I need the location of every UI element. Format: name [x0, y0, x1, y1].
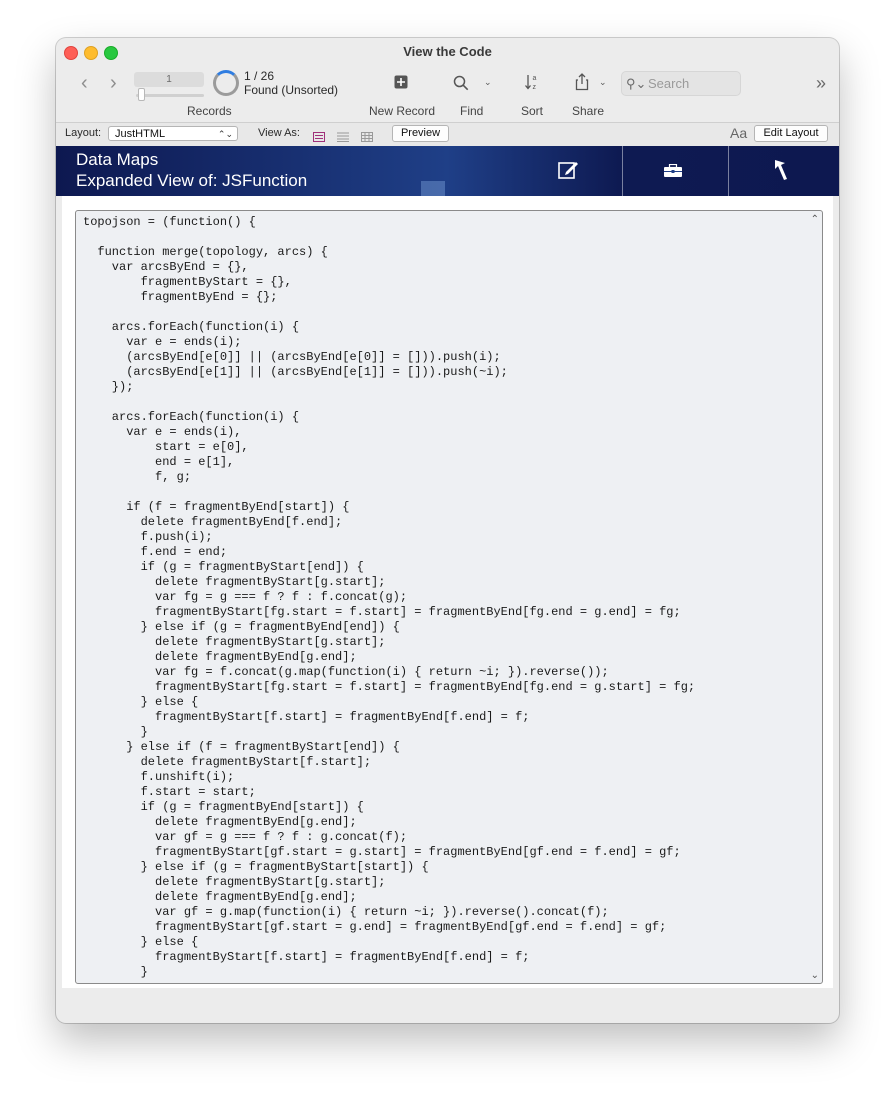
code-line: f.end = end; [83, 545, 228, 559]
code-line: f.start = start; [83, 785, 256, 799]
header-divider [622, 146, 623, 196]
code-line: var e = ends(i), [83, 425, 242, 439]
code-line: fragmentByStart[gf.start = g.end] = frag… [83, 920, 667, 934]
code-line: var fg = g === f ? f : f.concat(g); [83, 590, 408, 604]
code-line: delete fragmentByStart[g.start]; [83, 575, 386, 589]
header-divider [728, 146, 729, 196]
edit-layout-button[interactable]: Edit Layout [754, 125, 828, 142]
scroll-up-chevron-icon[interactable]: ⌃ [811, 214, 819, 225]
header-title: Data Maps [76, 150, 159, 169]
code-line: start = e[0], [83, 440, 249, 454]
code-line: }); [83, 380, 134, 394]
chevron-up-down-icon: ⌃⌄ [217, 129, 233, 139]
share-menu-chevron-down-icon[interactable]: ⌄ [599, 77, 607, 88]
share-icon[interactable] [575, 73, 589, 96]
code-line: (arcsByEnd[e[1]] || (arcsByEnd[e[1]] = [… [83, 365, 508, 379]
code-line: fragmentByStart[f.start] = fragmentByEnd… [83, 950, 530, 964]
code-line: fragmentByStart = {}, [83, 275, 292, 289]
view-as-list-icon[interactable] [337, 129, 349, 142]
code-line: var arcsByEnd = {}, [83, 260, 249, 274]
app-window: View the Code ‹ › 1 1 / 26 Found (Unsort… [56, 38, 839, 1023]
preview-button[interactable]: Preview [392, 125, 449, 142]
code-line: end = e[1], [83, 455, 235, 469]
code-line: if (g = fragmentByStart[end]) { [83, 560, 364, 574]
search-placeholder: Search [648, 76, 690, 91]
code-line: arcs.forEach(function(i) { [83, 320, 300, 334]
layout-bar: Layout: JustHTML ⌃⌄ View As: Preview Aa … [56, 122, 839, 147]
code-line: } else { [83, 695, 199, 709]
svg-text:a: a [533, 75, 537, 82]
code-line: delete fragmentByEnd[g.end]; [83, 650, 357, 664]
record-number-field[interactable]: 1 [134, 72, 204, 87]
code-line: topojson = (function() { [83, 215, 256, 229]
header-band: Data Maps Expanded View of: JSFunction [56, 146, 839, 196]
found-status: Found (Unsorted) [244, 83, 339, 97]
code-field[interactable]: topojson = (function() { function merge(… [75, 210, 823, 984]
code-text: topojson = (function() { function merge(… [83, 215, 695, 980]
code-line: function merge(topology, arcs) { [83, 245, 328, 259]
chevron-right-icon[interactable]: › [110, 73, 117, 93]
find-menu-chevron-down-icon[interactable]: ⌄ [484, 77, 492, 88]
code-line: delete fragmentByEnd[f.end]; [83, 515, 343, 529]
code-line: if (f = fragmentByEnd[start]) { [83, 500, 350, 514]
code-line: delete fragmentByStart[g.start]; [83, 635, 386, 649]
code-line: if (g = fragmentByEnd[start]) { [83, 800, 364, 814]
find-button[interactable]: Find [460, 104, 483, 118]
code-line: } else if (g = fragmentByStart[start]) { [83, 860, 429, 874]
code-line: } else if (g = fragmentByEnd[end]) { [83, 620, 400, 634]
code-line: fragmentByEnd = {}; [83, 290, 278, 304]
toolbox-icon[interactable] [663, 163, 683, 183]
svg-text:z: z [533, 84, 537, 91]
record-slider[interactable] [136, 94, 204, 97]
magnifier-icon[interactable] [453, 75, 469, 96]
code-line: delete fragmentByEnd[g.end]; [83, 815, 357, 829]
search-input[interactable]: ⚲⌄ Search [621, 71, 741, 96]
code-line: fragmentByStart[fg.start = f.start] = fr… [83, 605, 681, 619]
layout-label: Layout: [65, 127, 102, 139]
record-count: 1 / 26 [244, 69, 275, 83]
new-record-button[interactable]: New Record [369, 104, 435, 118]
sort-az-icon[interactable]: az [524, 73, 540, 96]
share-button[interactable]: Share [572, 104, 604, 118]
code-line: fragmentByStart[gf.start = g.start] = fr… [83, 845, 681, 859]
record-slider-handle[interactable] [138, 88, 145, 101]
code-line: arcs.forEach(function(i) { [83, 410, 300, 424]
code-line: } [83, 725, 148, 739]
code-line: var fg = f.concat(g.map(function(i) { re… [83, 665, 609, 679]
scroll-down-chevron-icon[interactable]: ⌄ [811, 970, 819, 981]
pencil-square-icon[interactable] [558, 160, 580, 185]
window-title: View the Code [403, 44, 492, 59]
code-line: f.unshift(i); [83, 770, 235, 784]
chevron-left-icon[interactable]: ‹ [81, 73, 88, 93]
code-line: } else { [83, 935, 199, 949]
code-line: } [83, 965, 148, 979]
view-as-label: View As: [258, 127, 300, 139]
code-line: delete fragmentByStart[f.start]; [83, 755, 372, 769]
records-label: Records [187, 104, 232, 118]
header-subtitle: Expanded View of: JSFunction [76, 171, 308, 190]
layout-select[interactable]: JustHTML ⌃⌄ [108, 126, 238, 141]
return-arrow-icon[interactable] [773, 158, 789, 187]
layout-select-value: JustHTML [115, 128, 166, 140]
code-line: f.push(i); [83, 530, 213, 544]
header-decoration [421, 181, 445, 196]
code-line: fragmentByStart[f.start] = fragmentByEnd… [83, 710, 530, 724]
code-line: fragmentByStart[fg.start = f.start] = fr… [83, 680, 696, 694]
code-line: delete fragmentByStart[g.start]; [83, 875, 386, 889]
code-line: var gf = g === f ? f : g.concat(f); [83, 830, 408, 844]
view-as-table-icon[interactable] [361, 129, 373, 142]
toolbar-overflow-icon[interactable]: » [816, 73, 826, 94]
text-size-icon[interactable]: Aa [730, 125, 747, 141]
code-line: var e = ends(i); [83, 335, 242, 349]
search-icon: ⚲⌄ [626, 76, 647, 91]
code-line: } else if (f = fragmentByStart[end]) { [83, 740, 400, 754]
record-progress-pie-icon [213, 70, 239, 96]
code-line: f, g; [83, 470, 192, 484]
code-line: (arcsByEnd[e[0]] || (arcsByEnd[e[0]] = [… [83, 350, 501, 364]
plus-square-icon[interactable] [394, 75, 408, 94]
code-line: var gf = g.map(function(i) { return ~i; … [83, 905, 609, 919]
sort-button[interactable]: Sort [521, 104, 543, 118]
view-as-form-icon[interactable] [313, 129, 325, 142]
code-line: delete fragmentByEnd[g.end]; [83, 890, 357, 904]
